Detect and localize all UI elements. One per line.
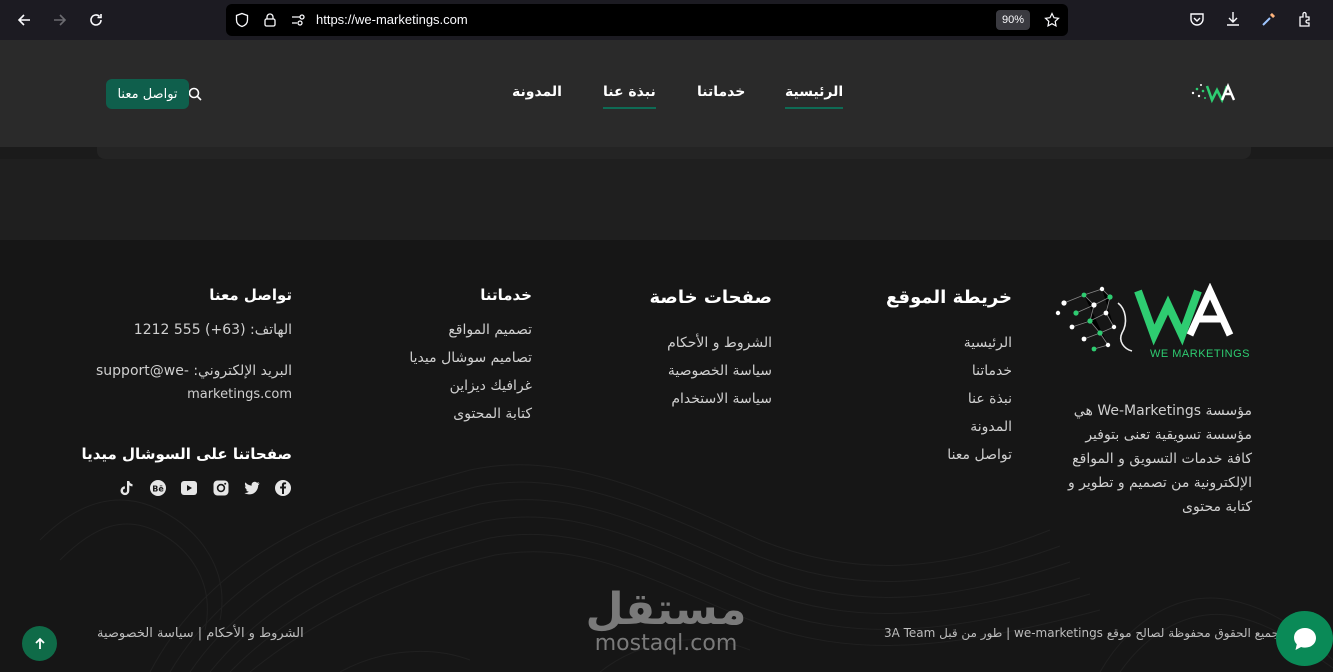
usage-policy-link[interactable]: سياسة الاستخدام	[671, 391, 772, 407]
pocket-icon[interactable]	[1188, 10, 1208, 30]
extensions-icon[interactable]	[1296, 10, 1316, 30]
sitemap-title: خريطة الموقع	[885, 287, 1012, 308]
eyedropper-icon[interactable]	[1260, 10, 1280, 30]
legal-links[interactable]: الشروط و الأحكام | سياسة الخصوصية	[97, 626, 304, 641]
behance-icon[interactable]: Bē	[149, 479, 167, 497]
email-text-line2[interactable]: marketings.com	[187, 387, 292, 402]
sitemap-about-link[interactable]: نبذة عنا	[968, 391, 1012, 407]
back-icon[interactable]	[12, 8, 36, 32]
mostaql-watermark: مستقل mostaql.com	[583, 588, 749, 656]
reload-icon[interactable]	[84, 8, 108, 32]
chat-bubble-icon	[1293, 627, 1316, 650]
lock-icon[interactable]	[262, 12, 278, 28]
sitemap-services-link[interactable]: خدماتنا	[972, 363, 1012, 379]
service-graphic-design-link[interactable]: غرافيك ديزاين	[450, 378, 532, 394]
special-pages-title: صفحات خاصة	[649, 287, 772, 308]
scroll-to-top-button[interactable]	[22, 626, 57, 661]
nav-home[interactable]: الرئيسية	[785, 84, 844, 109]
sitemap-blog-link[interactable]: المدونة	[970, 419, 1012, 435]
instagram-icon[interactable]	[212, 479, 230, 497]
search-icon[interactable]	[187, 86, 203, 102]
nav-blog[interactable]: المدونة	[512, 84, 562, 100]
phone-text: الهاتف: (63+) 555 1212	[133, 322, 292, 338]
services-title: خدماتنا	[480, 286, 532, 304]
youtube-icon[interactable]	[180, 479, 198, 497]
terms-link[interactable]: الشروط و الأحكام	[667, 335, 772, 351]
nav-services[interactable]: خدماتنا	[697, 84, 745, 100]
copyright-text: جميع الحقوق محفوظة لصالح موقع we-marketi…	[883, 626, 1279, 640]
forward-icon[interactable]	[48, 8, 72, 32]
hero-card-edge	[97, 147, 1251, 159]
tiktok-icon[interactable]	[117, 479, 135, 497]
service-web-design-link[interactable]: تصميم المواقع	[448, 322, 532, 338]
nav-about[interactable]: نبذة عنا	[603, 84, 656, 109]
site-settings-icon[interactable]	[290, 12, 306, 28]
contact-title: تواصل معنا	[209, 286, 292, 304]
chat-widget-button[interactable]	[1276, 611, 1333, 666]
sitemap-home-link[interactable]: الرئيسية	[964, 335, 1012, 351]
downloads-icon[interactable]	[1224, 10, 1244, 30]
browser-toolbar: https://we-marketings.com 90%	[0, 0, 1333, 40]
social-title: صفحاتنا على السوشال ميديا	[81, 445, 292, 463]
service-content-writing-link[interactable]: كتابة المحتوى	[453, 406, 532, 422]
footer-logo-text: WE MARKETINGS	[1150, 348, 1250, 360]
about-text: مؤسسة We-Marketings هي مؤسسة تسويقية تعن…	[1067, 403, 1252, 515]
facebook-icon[interactable]	[274, 479, 292, 497]
footer-logo: WE MARKETINGS	[1055, 283, 1250, 360]
sitemap-contact-link[interactable]: تواصل معنا	[947, 447, 1012, 463]
svg-text:Bē: Bē	[152, 485, 164, 494]
contact-button[interactable]: تواصل معنا	[106, 79, 189, 109]
url-bar[interactable]: https://we-marketings.com 90%	[226, 4, 1068, 36]
bookmark-star-icon[interactable]	[1044, 12, 1060, 28]
email-text-line1[interactable]: البريد الإلكتروني: -support@we	[96, 363, 292, 379]
section-gap	[0, 159, 1333, 240]
shield-icon[interactable]	[234, 12, 250, 28]
twitter-icon[interactable]	[243, 479, 261, 497]
url-text[interactable]: https://we-marketings.com	[316, 12, 468, 27]
site-logo[interactable]	[1189, 80, 1245, 108]
watermark-arabic: مستقل	[585, 584, 747, 635]
privacy-link[interactable]: سياسة الخصوصية	[668, 363, 772, 379]
watermark-latin: mostaql.com	[594, 631, 738, 656]
arrow-up-icon	[34, 637, 45, 649]
zoom-level[interactable]: 90%	[996, 10, 1031, 30]
service-social-design-link[interactable]: تصاميم سوشال ميديا	[409, 350, 532, 366]
